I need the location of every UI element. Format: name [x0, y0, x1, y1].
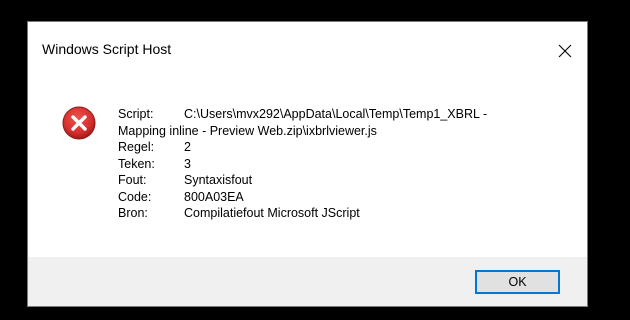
error-icon — [62, 106, 96, 140]
line-label: Regel: — [118, 140, 155, 154]
detail-row-error: Fout: Syntaxisfout — [118, 172, 487, 189]
source-label: Bron: — [118, 206, 148, 220]
script-row-continued: Mapping inline - Preview Web.zip\ixbrlvi… — [118, 123, 487, 140]
title-bar[interactable]: Windows Script Host — [28, 22, 587, 80]
detail-row-source: Bron: Compilatiefout Microsoft JScript — [118, 205, 487, 222]
script-value-line2: Mapping inline - Preview Web.zip\ixbrlvi… — [118, 123, 377, 138]
close-icon — [558, 44, 572, 58]
detail-row-code: Code: 800A03EA — [118, 189, 487, 206]
ok-button[interactable]: OK — [475, 270, 560, 294]
script-row: Script: C:\Users\mvx292\AppData\Local\Te… — [118, 106, 487, 123]
detail-row-line: Regel: 2 — [118, 139, 487, 156]
dialog-footer: OK — [28, 257, 587, 306]
dialog-content: Script: C:\Users\mvx292\AppData\Local\Te… — [28, 80, 587, 258]
char-label: Teken: — [118, 156, 155, 171]
error-value: Syntaxisfout — [184, 173, 253, 187]
code-value: 800A03EA — [184, 189, 244, 204]
code-label: Code: — [118, 189, 152, 204]
line-value: 2 — [184, 140, 191, 154]
close-button[interactable] — [543, 22, 587, 80]
script-value-line1: C:\Users\mvx292\AppData\Local\Temp\Temp1… — [184, 107, 488, 121]
script-label: Script: — [118, 107, 154, 121]
message-dialog: Windows Script Host Script: C:\Users\mvx… — [27, 21, 588, 307]
error-message: Script: C:\Users\mvx292\AppData\Local\Te… — [118, 106, 487, 222]
char-value: 3 — [184, 156, 191, 171]
dialog-title: Windows Script Host — [42, 41, 172, 57]
error-label: Fout: — [118, 173, 147, 187]
detail-row-char: Teken: 3 — [118, 156, 487, 173]
source-value: Compilatiefout Microsoft JScript — [184, 206, 360, 220]
